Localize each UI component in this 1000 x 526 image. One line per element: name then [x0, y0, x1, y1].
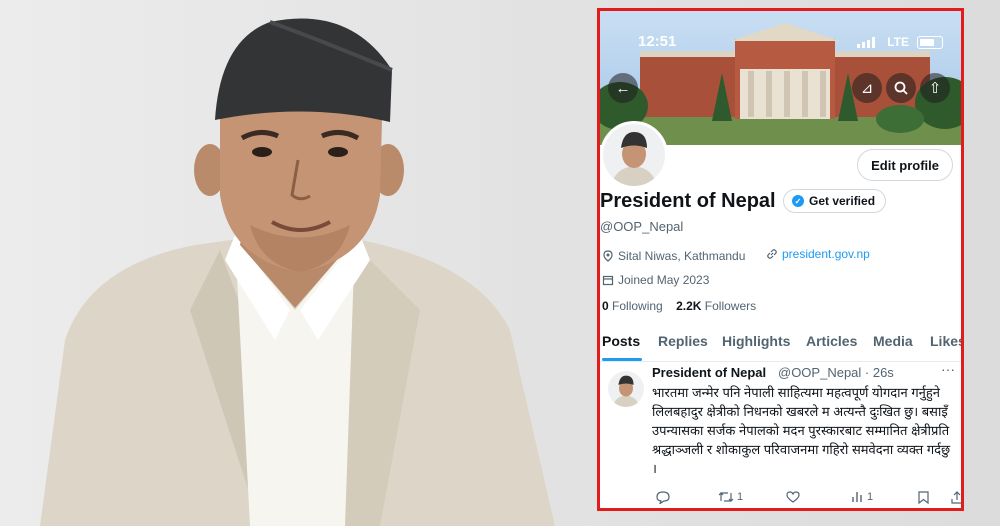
active-tab-indicator [602, 358, 642, 361]
website-link[interactable]: president.gov.np [782, 247, 870, 261]
like-icon[interactable] [786, 491, 800, 503]
signal-icon [857, 37, 875, 48]
tab-highlights[interactable]: Highlights [722, 333, 790, 349]
tweet-avatar[interactable] [608, 371, 644, 407]
link-icon [767, 249, 777, 259]
profile-banner: 12:51 LTE ← ⊿ ⇧ [600, 11, 961, 145]
edit-profile-button[interactable]: Edit profile [857, 149, 953, 181]
retweet-button[interactable]: 1 [718, 491, 743, 503]
get-verified-label: Get verified [809, 194, 876, 208]
tweet-actions: 1 1 [656, 491, 961, 508]
tweet-author[interactable]: President of Nepal [652, 365, 766, 380]
reply-icon[interactable] [656, 491, 670, 504]
profile-avatar[interactable] [600, 121, 668, 189]
profile-tabs: Posts Replies Highlights Articles Media … [600, 329, 961, 362]
tab-likes[interactable]: Likes [930, 333, 961, 349]
followers-link[interactable]: 2.2K Followers [676, 299, 756, 313]
get-verified-button[interactable]: ✓ Get verified [783, 189, 887, 213]
retweet-icon [718, 492, 734, 502]
tweet-text: भारतमा जन्मेर पनि नेपाली साहित्यमा महत्व… [652, 385, 951, 476]
profile-website[interactable]: president.gov.np [766, 247, 870, 261]
share-icon[interactable]: ⇧ [920, 73, 950, 103]
profile-screenshot: 12:51 LTE ← ⊿ ⇧ Edit profile President o… [597, 8, 964, 511]
status-time: 12:51 [638, 33, 677, 50]
tweet[interactable]: President of Nepal @OOP_Nepal · 26s ··· … [600, 361, 961, 508]
joined-text: Joined May 2023 [618, 273, 710, 287]
tab-articles[interactable]: Articles [806, 333, 857, 349]
views-count: 1 [867, 491, 874, 503]
tweet-handle-time: @OOP_Nepal · 26s [778, 365, 894, 380]
following-link[interactable]: 0 Following [602, 299, 663, 313]
back-arrow-icon[interactable]: ← [608, 73, 638, 103]
grok-icon[interactable]: ⊿ [852, 73, 882, 103]
followers-count: 2.2K [676, 299, 702, 313]
views-icon [852, 492, 862, 502]
verified-badge-icon: ✓ [792, 195, 804, 207]
battery-icon [917, 36, 943, 49]
bookmark-icon[interactable] [918, 491, 929, 504]
tab-replies[interactable]: Replies [658, 333, 708, 349]
follow-stats: 0 Following 2.2K Followers [602, 299, 756, 313]
tab-posts[interactable]: Posts [602, 333, 640, 349]
location-text: Sital Niwas, Kathmandu [618, 249, 746, 263]
more-icon[interactable]: ··· [941, 361, 955, 377]
status-network: LTE [887, 35, 909, 49]
followers-label: Followers [704, 299, 757, 313]
views-button[interactable]: 1 [851, 491, 873, 503]
president-portrait [40, 18, 555, 526]
upload-icon[interactable] [951, 491, 961, 504]
tab-media[interactable]: Media [873, 333, 913, 349]
search-icon[interactable] [886, 73, 916, 103]
calendar-icon [602, 275, 614, 286]
location-icon [603, 250, 613, 262]
following-label: Following [612, 299, 663, 313]
status-bar: 12:51 LTE [600, 31, 961, 53]
retweet-count: 1 [737, 491, 744, 503]
profile-joined: Joined May 2023 [602, 273, 709, 287]
following-count: 0 [602, 299, 609, 313]
profile-handle: @OOP_Nepal [600, 219, 684, 234]
profile-location: Sital Niwas, Kathmandu [602, 249, 745, 263]
profile-name: President of Nepal [600, 190, 776, 212]
